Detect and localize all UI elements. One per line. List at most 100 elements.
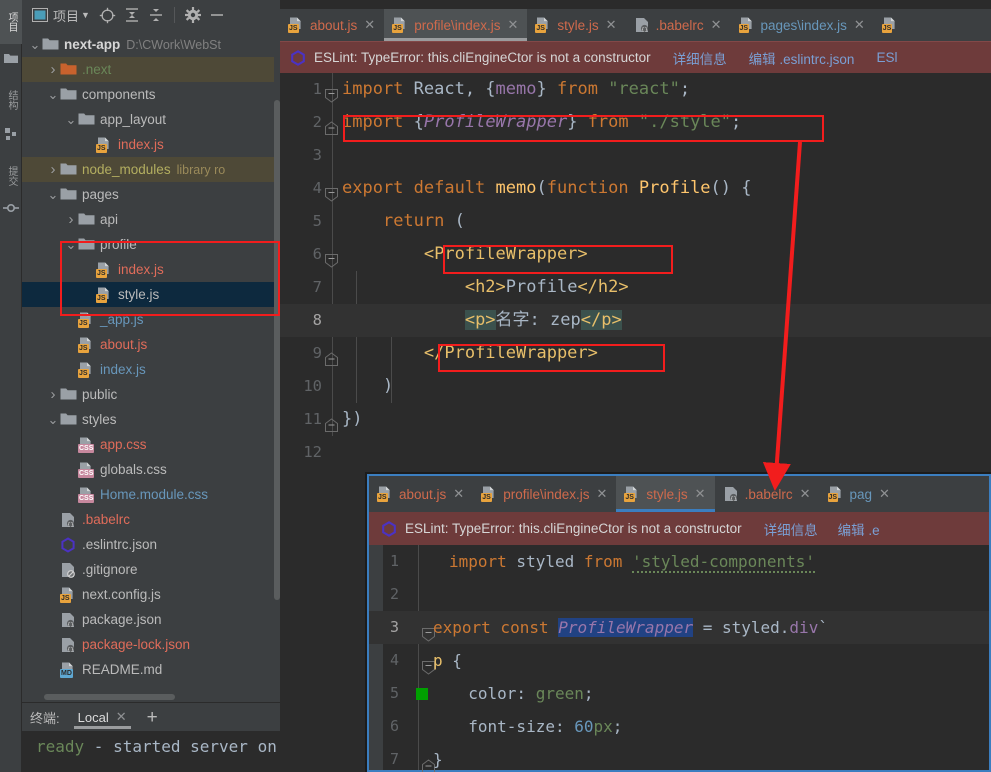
editor-tab-profile-index-js[interactable]: JS profile\index.js ✕ (473, 476, 616, 512)
editor-tab-bar[interactable]: JS about.js ✕ JS profile\index.js ✕ JS style.js… (280, 9, 991, 41)
tree-item-app-css[interactable]: CSS app.css (22, 432, 274, 457)
overlay-code-content[interactable]: 1 import styled from 'styled-components'… (369, 545, 989, 772)
project-dropdown-label[interactable]: 项目 (53, 6, 79, 25)
close-icon[interactable]: ✕ (606, 17, 617, 33)
tree-item-next-config-js[interactable]: JS next.config.js (22, 582, 274, 607)
eslint-edit-config-link[interactable]: 编辑 .eslintrc.json (749, 48, 855, 68)
editor-tab-profile-index-js[interactable]: JS profile\index.js ✕ (384, 9, 528, 41)
overlay-tab-bar[interactable]: JS about.js ✕ JS profile\index.js ✕ JS style.js… (369, 476, 989, 512)
close-icon[interactable]: ✕ (711, 17, 722, 33)
code-line-current: 8 <p>名字: zep</p> (280, 304, 991, 337)
tree-item--next[interactable]: › .next (22, 57, 274, 82)
close-icon[interactable]: ✕ (597, 486, 608, 502)
fold-marker-icon[interactable] (324, 247, 339, 268)
fold-marker-icon[interactable] (324, 412, 339, 432)
close-icon[interactable]: ✕ (116, 709, 127, 725)
close-icon[interactable]: ✕ (854, 17, 865, 33)
chevron-right-icon[interactable]: › (46, 61, 60, 78)
tab-label: about.js (310, 17, 358, 33)
chevron-down-icon[interactable]: ⌄ (64, 113, 78, 126)
line-number: 6 (389, 717, 399, 735)
tree-item-pages[interactable]: ⌄ pages (22, 182, 274, 207)
close-icon[interactable]: ✕ (879, 486, 890, 502)
tree-item-home-module-css[interactable]: CSS Home.module.css (22, 482, 274, 507)
tree-item-public[interactable]: › public (22, 382, 274, 407)
overlay-eslint-message: ESLint: TypeError: this.cliEngineCtor is… (405, 521, 742, 536)
rail-item-commit[interactable]: 提交 (0, 154, 22, 198)
tree-item-components[interactable]: ⌄ components (22, 82, 274, 107)
folder-icon (42, 37, 59, 53)
tree-item-api[interactable]: › api (22, 207, 274, 232)
editor-tab-pag[interactable]: JS pag ✕ (820, 476, 899, 512)
tree-item-readme-md[interactable]: MD README.md (22, 657, 274, 682)
fold-marker-icon[interactable] (324, 82, 339, 103)
overlay-code-line-current: 3 export const ProfileWrapper = styled.d… (369, 611, 989, 644)
project-toolbar: 项目 ▼ (22, 0, 280, 30)
tree-item-globals-css[interactable]: CSS globals.css (22, 457, 274, 482)
tree-item--eslintrc-json[interactable]: .eslintrc.json (22, 532, 274, 557)
add-terminal-button[interactable]: + (147, 708, 158, 727)
eslint-details-link[interactable]: 详细信息 (673, 48, 727, 68)
tree-item-label: Home.module.css (100, 487, 209, 502)
chevron-down-icon[interactable]: ⌄ (46, 88, 60, 101)
editor-tab-style-js[interactable]: JS style.js ✕ (527, 9, 625, 41)
chevron-down-icon[interactable]: ▼ (81, 10, 90, 20)
tree-item-index-js[interactable]: JS index.js (22, 132, 274, 157)
tree-item-about-js[interactable]: JS about.js (22, 332, 274, 357)
overlay-details-link[interactable]: 详细信息 (764, 519, 818, 539)
close-icon[interactable]: ✕ (508, 17, 519, 33)
js-file-icon: JS (60, 587, 77, 603)
editor-tab--babelrc[interactable]: {} .babelrc ✕ (626, 9, 731, 41)
chevron-down-icon[interactable]: ⌄ (28, 38, 42, 51)
chevron-down-icon[interactable]: ⌄ (46, 413, 60, 426)
close-icon[interactable]: ✕ (800, 486, 811, 502)
tree-item-next-app[interactable]: ⌄ next-app D:\CWork\WebSt (22, 32, 274, 57)
chevron-down-icon[interactable]: ⌄ (46, 188, 60, 201)
tree-item-styles[interactable]: ⌄ styles (22, 407, 274, 432)
tree-item--gitignore[interactable]: .gitignore (22, 557, 274, 582)
minimize-icon[interactable] (205, 4, 229, 26)
fold-marker-icon[interactable] (324, 115, 339, 135)
tree-item-package-lock-json[interactable]: {} package-lock.json (22, 632, 274, 657)
tree-item-index-js[interactable]: JS index.js (22, 257, 274, 282)
tree-item-style-js[interactable]: JS style.js (22, 282, 274, 307)
editor-tab-about-js[interactable]: JS about.js ✕ (369, 476, 473, 512)
chevron-right-icon[interactable]: › (46, 161, 60, 178)
locate-icon[interactable] (96, 4, 120, 26)
collapse-all-icon[interactable] (144, 4, 168, 26)
editor-tab-style-js[interactable]: JS style.js ✕ (616, 476, 715, 512)
tree-item-package-json[interactable]: {} package.json (22, 607, 274, 632)
fold-marker-icon[interactable] (324, 346, 339, 366)
chevron-right-icon[interactable]: › (46, 386, 60, 403)
editor-tab--babelrc[interactable]: {} .babelrc ✕ (715, 476, 820, 512)
editor-tab-extra[interactable]: JS (874, 9, 920, 41)
terminal-tab-local[interactable]: Local ✕ (73, 703, 131, 731)
tree-item-index-js[interactable]: JS index.js (22, 357, 274, 382)
terminal-tab-label: Local (77, 709, 109, 725)
close-icon[interactable]: ✕ (453, 486, 464, 502)
eslint-more-link[interactable]: ESl (876, 50, 897, 65)
tree-item-node_modules[interactable]: › node_modules library ro (22, 157, 274, 182)
settings-icon[interactable] (181, 4, 205, 26)
tree-item-app_layout[interactable]: ⌄ app_layout (22, 107, 274, 132)
expand-all-icon[interactable] (120, 4, 144, 26)
tree-horizontal-scrollbar[interactable] (44, 694, 175, 700)
close-icon[interactable]: ✕ (695, 486, 706, 502)
tree-item-profile[interactable]: ⌄ profile (22, 232, 274, 257)
chevron-down-icon[interactable]: ⌄ (64, 238, 78, 251)
tree-item-_app-js[interactable]: JS _app.js (22, 307, 274, 332)
chevron-right-icon[interactable]: › (64, 211, 78, 228)
project-file-tree[interactable]: ⌄ next-app D:\CWork\WebSt › .next ⌄ components… (22, 32, 274, 700)
rail-item-structure[interactable]: 结构 (0, 78, 22, 122)
close-icon[interactable]: ✕ (364, 17, 375, 33)
overlay-edit-config-link[interactable]: 编辑 .e (838, 519, 880, 539)
color-swatch[interactable] (416, 688, 428, 700)
editor-tab-pages-index-js[interactable]: JS pages\index.js ✕ (731, 9, 874, 41)
fold-marker-icon[interactable] (324, 181, 339, 202)
tree-item--babelrc[interactable]: {} .babelrc (22, 507, 274, 532)
project-view-icon[interactable] (28, 4, 52, 26)
tab-label: profile\index.js (414, 17, 501, 33)
rail-item-project[interactable]: 项目 (0, 0, 22, 44)
project-panel: 项目 ▼ ⌄ next-app D:\CWork\WebSt › .next ⌄ compo… (22, 0, 280, 702)
editor-tab-about-js[interactable]: JS about.js ✕ (280, 9, 384, 41)
